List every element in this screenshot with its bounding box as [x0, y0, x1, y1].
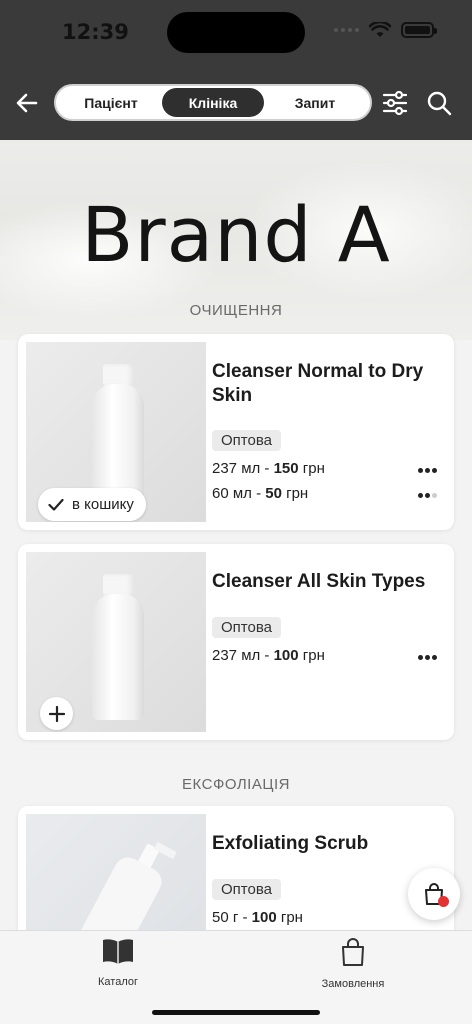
segment-request[interactable]: Запит [264, 88, 366, 117]
product-name: Cleanser Normal to Dry Skin [212, 361, 424, 406]
price-row: 237 мл - 100 грн [212, 647, 325, 664]
in-cart-label: в кошику [72, 496, 134, 513]
dynamic-island [167, 12, 305, 53]
segment-patient[interactable]: Пацієнт [60, 88, 162, 117]
tab-catalog[interactable]: Каталог [48, 937, 188, 988]
status-time: 12:39 [62, 20, 129, 44]
section-title-exfoliation: ЕКСФОЛІАЦІЯ [182, 776, 290, 793]
brand-title: Brand A [81, 190, 391, 279]
search-icon[interactable] [426, 90, 452, 116]
more-dots-icon[interactable] [418, 468, 438, 474]
product-name: Exfoliating Scrub [212, 833, 369, 854]
wifi-icon [369, 22, 391, 37]
more-dots-icon[interactable] [418, 493, 438, 499]
more-dots-icon[interactable] [418, 655, 438, 661]
segment-clinic[interactable]: Клініка [162, 88, 264, 117]
battery-icon [401, 22, 437, 38]
add-to-cart-button[interactable] [40, 697, 73, 730]
product-image [26, 552, 206, 732]
cart-badge [438, 896, 449, 907]
top-header: 12:39 Пацієнт Клініка Запит [0, 0, 472, 140]
tab-catalog-label: Каталог [98, 976, 138, 988]
book-icon [103, 939, 133, 964]
shopping-bag-icon [342, 938, 364, 966]
price-row: 237 мл - 150 грн [212, 460, 325, 477]
back-arrow-icon[interactable] [14, 90, 40, 116]
price-type-badge: Оптова [212, 430, 281, 451]
tab-orders-label: Замовлення [321, 978, 385, 990]
product-card[interactable]: Cleanser All Skin Types Оптова 237 мл - … [18, 544, 454, 740]
tab-orders[interactable]: Замовлення [283, 937, 423, 990]
price-type-badge: Оптова [212, 879, 281, 900]
in-cart-button[interactable]: в кошику [38, 488, 146, 521]
checkmark-icon [48, 498, 64, 511]
section-title-cleansing: ОЧИЩЕННЯ [189, 302, 283, 319]
filter-sliders-icon[interactable] [382, 90, 408, 116]
cart-fab[interactable] [408, 868, 460, 920]
signal-icon [334, 28, 359, 32]
price-row: 60 мл - 50 грн [212, 485, 309, 502]
plus-icon [48, 705, 65, 722]
product-image: в кошику [26, 342, 206, 522]
status-icons [334, 22, 437, 38]
price-type-badge: Оптова [212, 617, 281, 638]
segmented-control: Пацієнт Клініка Запит [54, 84, 372, 121]
product-card[interactable]: в кошику Cleanser Normal to Dry Skin Опт… [18, 334, 454, 530]
price-row: 50 г - 100 грн [212, 909, 303, 926]
product-name: Cleanser All Skin Types [212, 571, 426, 592]
home-indicator [152, 1010, 320, 1015]
